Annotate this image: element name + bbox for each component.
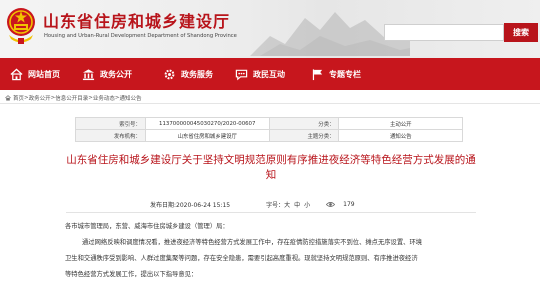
site-title: 山东省住房和城乡建设厅 [43, 12, 231, 31]
table-row: 索引号： 11370000004503027​0/2020-00607 分类： … [75, 117, 463, 130]
index-value: 11370000004503027​0/2020-00607 [144, 117, 270, 130]
breadcrumb-item-business-news[interactable]: 业务动态 [93, 94, 115, 102]
org-value: 山东省住房和城乡建设厅 [144, 129, 270, 142]
topic-value: 通知公告 [338, 129, 463, 142]
gear-icon [164, 69, 175, 79]
site-header: 山东省住房和城乡建设厅 Housing and Urban-Rural Deve… [0, 0, 540, 58]
eye-icon [326, 202, 336, 207]
article-title: 山东省住房和城乡建设厅关于坚持文明规范原则有序推进夜经济等特色经营方式发展的通知 [66, 154, 476, 181]
topic-label: 主题分类： [268, 129, 340, 142]
national-emblem-icon [7, 8, 35, 44]
nav-item-public-interaction[interactable]: 政民互动 [235, 58, 285, 90]
main-nav: 网站首页 政务公开 政务服务 政民互动 专题专栏 [0, 58, 540, 90]
nav-item-government-services[interactable]: 政务服务 [163, 58, 213, 90]
flag-icon [312, 68, 323, 80]
article-paragraph-line: 等特色经营方式发展工作，提出以下指导意见： [65, 271, 198, 278]
divider [66, 212, 476, 213]
search-input[interactable] [384, 24, 504, 41]
font-size-label: 字号： [266, 202, 285, 209]
breadcrumb-item-catalog[interactable]: 信息公开目录 [55, 94, 88, 102]
index-label: 索引号： [75, 117, 146, 130]
org-label: 发布机构： [75, 129, 146, 142]
article-paragraph-line: 卫生和交通秩序受到影响、人群过度集聚等问题，存在安全隐患，需要引起高度重视。现就… [65, 255, 418, 262]
article-salutation: 各市城市管理局，东营、威海市住房城乡建设（管理）局： [65, 223, 229, 230]
breadcrumb-item-notices[interactable]: 通知公告 [120, 94, 142, 102]
font-size-large-button[interactable]: 大 [284, 200, 290, 209]
nav-item-special-topics[interactable]: 专题专栏 [311, 58, 361, 90]
breadcrumb: 首页 > 政务公开 > 信息公开目录 > 业务动态 > 通知公告 [5, 94, 142, 102]
font-size-small-button[interactable]: 小 [304, 200, 310, 209]
divider [0, 103, 540, 104]
article-meta: 发布日期:2020-06-24 15:15 字号： 大 中 小 179 [150, 200, 390, 209]
home-icon [5, 95, 11, 101]
breadcrumb-item-home[interactable]: 首页 [13, 94, 24, 102]
nav-item-home[interactable]: 网站首页 [10, 58, 60, 90]
nav-item-label: 网站首页 [28, 69, 60, 79]
chat-icon [235, 69, 248, 80]
nav-item-open-government[interactable]: 政务公开 [82, 58, 132, 90]
document-info-table: 索引号： 11370000004503027​0/2020-00607 分类： … [75, 117, 463, 142]
table-row: 发布机构： 山东省住房和城乡建设厅 主题分类： 通知公告 [75, 129, 463, 142]
search-button[interactable]: 搜索 [504, 23, 538, 42]
article-paragraph-line: 通过网络反映和调度情况看，推进夜经济等特色经营方式发展工作中，存在疫情防控措施落… [82, 239, 423, 246]
nav-item-label: 政民互动 [253, 69, 285, 79]
category-value: 主动公开 [338, 117, 463, 130]
site-subtitle: Housing and Urban-Rural Development Depa… [44, 33, 237, 39]
building-icon [82, 68, 95, 80]
breadcrumb-item-open-government[interactable]: 政务公开 [29, 94, 51, 102]
nav-item-label: 专题专栏 [329, 69, 361, 79]
category-label: 分类： [268, 117, 340, 130]
home-icon [10, 68, 23, 80]
publish-date: 发布日期:2020-06-24 15:15 [150, 202, 231, 209]
nav-item-label: 政务服务 [181, 69, 213, 79]
view-count: 179 [343, 201, 355, 208]
font-size-medium-button[interactable]: 中 [294, 200, 300, 209]
nav-item-label: 政务公开 [100, 69, 132, 79]
